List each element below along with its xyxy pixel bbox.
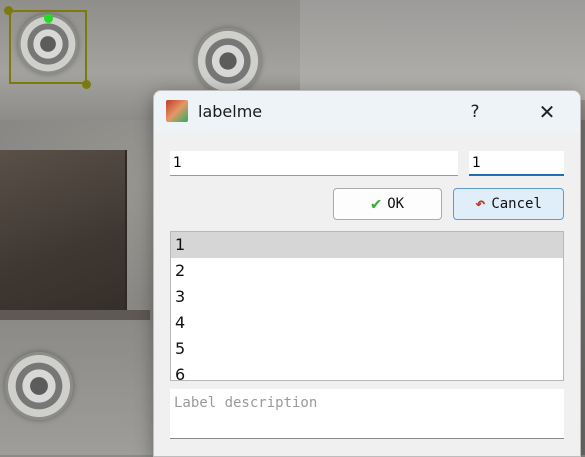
list-item[interactable]: 4 — [171, 310, 563, 336]
bbox-handle-top-left[interactable] — [4, 6, 13, 15]
image-bracket-edge — [0, 310, 150, 320]
checkmark-icon: ✔ — [370, 194, 382, 214]
dialog-title: labelme — [198, 102, 263, 121]
image-bracket — [0, 150, 127, 310]
ok-button-label: OK — [387, 196, 405, 212]
undo-arrow-icon: ↶ — [475, 194, 486, 214]
cancel-button[interactable]: ↶ Cancel — [453, 188, 564, 220]
help-button[interactable]: ? — [460, 99, 490, 125]
labelme-app-icon — [166, 100, 188, 122]
list-item[interactable]: 6 — [171, 362, 563, 380]
label-list[interactable]: 1 2 3 4 5 6 — [170, 231, 564, 381]
close-button[interactable]: ✕ — [530, 97, 564, 127]
image-screw — [195, 28, 261, 94]
cancel-button-label: Cancel — [491, 196, 542, 212]
list-item[interactable]: 5 — [171, 336, 563, 362]
image-metal-surface-right — [300, 0, 585, 100]
label-dialog: labelme ? ✕ ✔ OK ↶ Cancel 1 2 3 4 5 6 La… — [153, 90, 581, 457]
label-input[interactable] — [170, 151, 458, 176]
list-item[interactable]: 1 — [171, 232, 563, 258]
ok-button[interactable]: ✔ OK — [333, 188, 442, 220]
group-id-input[interactable] — [469, 151, 564, 176]
dialog-titlebar[interactable]: labelme ? ✕ — [154, 91, 580, 133]
label-description-field[interactable]: Label description — [170, 389, 564, 439]
list-item[interactable]: 2 — [171, 258, 563, 284]
bbox-handle-active[interactable] — [44, 14, 53, 23]
bbox-handle-bottom-right[interactable] — [82, 80, 91, 89]
image-screw — [5, 352, 73, 420]
list-item[interactable]: 3 — [171, 284, 563, 310]
